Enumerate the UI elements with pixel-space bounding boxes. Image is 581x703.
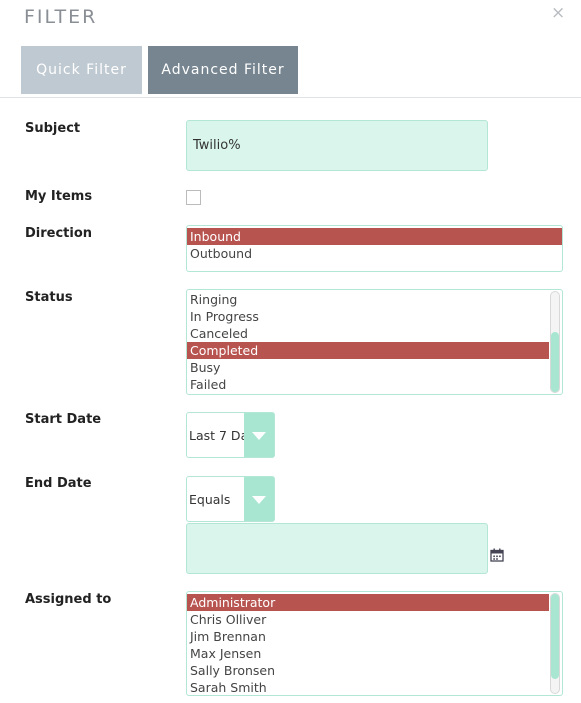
end-date-operator-select[interactable]: Equals [186, 476, 275, 522]
list-item[interactable]: Administrator [187, 594, 549, 611]
list-item[interactable]: In Progress [187, 308, 547, 325]
direction-listbox[interactable]: Inbound Outbound [186, 225, 563, 272]
status-listbox[interactable]: Ringing In Progress Canceled Completed B… [186, 289, 563, 395]
chevron-down-icon[interactable] [244, 477, 274, 521]
list-item[interactable]: Sarah Smith [187, 679, 547, 695]
direction-label: Direction [25, 226, 93, 241]
scrollbar-thumb[interactable] [551, 594, 559, 679]
status-scrollbar[interactable] [550, 291, 560, 393]
assigned-to-label: Assigned to [25, 592, 112, 607]
list-item[interactable]: Failed [187, 376, 547, 393]
list-item[interactable]: Chris Olliver [187, 611, 547, 628]
chevron-down-icon[interactable] [244, 413, 274, 457]
list-item[interactable]: Max Jensen [187, 645, 547, 662]
end-date-operator-value: Equals [189, 491, 231, 507]
status-label: Status [25, 290, 73, 305]
subject-input[interactable]: Twilio% [186, 120, 488, 171]
assigned-to-listbox[interactable]: Administrator Chris Olliver Jim Brennan … [186, 591, 563, 696]
list-item[interactable]: Canceled [187, 325, 547, 342]
list-item[interactable]: Outbound [187, 245, 562, 262]
list-item[interactable]: Ringing [187, 291, 547, 308]
filter-title: FILTER [24, 6, 98, 28]
calendar-icon[interactable] [490, 548, 504, 562]
tab-quick-filter[interactable]: Quick Filter [21, 46, 142, 94]
list-item[interactable]: Sally Bronsen [187, 662, 547, 679]
end-date-label: End Date [25, 476, 92, 491]
list-item[interactable]: Busy [187, 359, 547, 376]
my-items-checkbox[interactable] [186, 190, 201, 205]
my-items-label: My Items [25, 189, 93, 204]
list-item[interactable]: Jim Brennan [187, 628, 547, 645]
assigned-to-scrollbar[interactable] [550, 593, 560, 694]
tab-divider [0, 97, 581, 98]
list-item[interactable]: Inbound [187, 228, 562, 245]
close-icon[interactable]: × [551, 3, 565, 23]
subject-label: Subject [25, 121, 81, 136]
end-date-input[interactable] [186, 523, 488, 574]
list-item[interactable]: Completed [187, 342, 549, 359]
tab-advanced-filter[interactable]: Advanced Filter [148, 46, 298, 94]
scrollbar-thumb[interactable] [551, 332, 559, 392]
start-date-select[interactable]: Last 7 Days [186, 412, 275, 458]
start-date-label: Start Date [25, 412, 102, 427]
